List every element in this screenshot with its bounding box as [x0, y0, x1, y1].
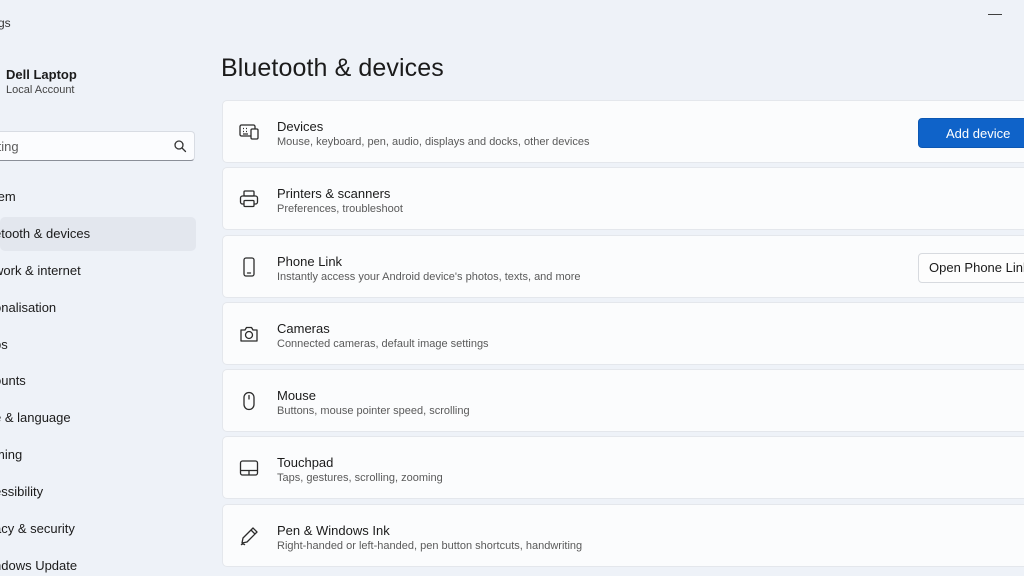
sidebar-item-label: e & language	[0, 410, 71, 426]
mouse-icon	[238, 390, 260, 412]
sidebar-item-windows-update[interactable]: ndows Update	[0, 549, 196, 576]
sidebar-item-label: onalisation	[0, 299, 57, 315]
sidebar-nav: tem etooth & devices work & internet ona…	[0, 180, 205, 576]
open-phone-link-button[interactable]: Open Phone Link	[918, 252, 1024, 283]
card-printers-scanners[interactable]: Printers & scanners Preferences, trouble…	[222, 167, 1024, 231]
sidebar-item-apps[interactable]: ps	[0, 328, 196, 362]
sidebar-item-label: tem	[0, 189, 16, 204]
card-description: Mouse, keyboard, pen, audio, displays an…	[277, 136, 590, 148]
card-touchpad[interactable]: Touchpad Taps, gestures, scrolling, zoom…	[222, 436, 1024, 500]
card-description: Connected cameras, default image setting…	[277, 337, 489, 350]
sidebar-item-system[interactable]: tem	[0, 180, 196, 214]
sidebar-item-gaming[interactable]: ming	[0, 438, 196, 472]
card-description: Buttons, mouse pointer speed, scrolling	[277, 405, 470, 418]
camera-icon	[238, 323, 260, 345]
card-title: Cameras	[277, 320, 330, 336]
card-title: Devices	[277, 119, 324, 134]
minimize-button[interactable]: —	[984, 4, 1006, 26]
card-description: Taps, gestures, scrolling, zooming	[277, 472, 443, 485]
card-title: Printers & scanners	[277, 186, 391, 202]
sidebar-item-label: acy & security	[0, 521, 75, 537]
phone-icon	[238, 256, 260, 278]
search-box[interactable]	[0, 131, 195, 161]
card-description: Right-handed or left-handed, pen button …	[277, 539, 583, 552]
app-title: gs	[0, 16, 11, 30]
card-mouse[interactable]: Mouse Buttons, mouse pointer speed, scro…	[222, 369, 1024, 433]
sidebar-item-accessibility[interactable]: essibility	[0, 475, 196, 509]
sidebar: Dell Laptop Local Account tem etooth & d…	[0, 40, 205, 576]
sidebar-item-personalisation[interactable]: onalisation	[0, 291, 196, 325]
card-cameras[interactable]: Cameras Connected cameras, default image…	[222, 301, 1024, 365]
sidebar-item-label: ounts	[0, 373, 26, 389]
sidebar-item-label: ming	[0, 447, 23, 463]
card-title: Pen & Windows Ink	[277, 522, 390, 538]
card-description: Instantly access your Android device's p…	[277, 270, 581, 283]
page-title: Bluetooth & devices	[221, 54, 444, 82]
card-pen-windows-ink[interactable]: Pen & Windows Ink Right-handed or left-h…	[222, 503, 1024, 567]
search-input[interactable]	[0, 132, 169, 160]
sidebar-item-label: ps	[0, 336, 8, 352]
profile-name: Dell Laptop	[6, 67, 77, 82]
pen-icon	[238, 525, 260, 547]
devices-icon	[238, 121, 260, 143]
title-bar: gs —	[0, 0, 1024, 40]
sidebar-item-accounts[interactable]: ounts	[0, 364, 196, 398]
sidebar-item-network-internet[interactable]: work & internet	[0, 254, 196, 288]
card-title: Mouse	[277, 388, 317, 404]
card-devices[interactable]: Devices Mouse, keyboard, pen, audio, dis…	[222, 100, 1024, 163]
card-phone-link[interactable]: Phone Link Instantly access your Android…	[222, 234, 1024, 298]
card-title: Phone Link	[277, 253, 343, 269]
sidebar-item-time-language[interactable]: e & language	[0, 401, 196, 435]
printer-icon	[238, 188, 260, 210]
sidebar-item-label: essibility	[0, 484, 44, 500]
settings-window: gs — Dell Laptop Local Account tem etoot…	[0, 0, 1024, 576]
search-icon[interactable]	[173, 139, 187, 153]
settings-list: Devices Mouse, keyboard, pen, audio, dis…	[222, 100, 1024, 571]
sidebar-item-bluetooth-devices[interactable]: etooth & devices	[0, 216, 196, 251]
profile-account-type: Local Account	[6, 84, 75, 96]
touchpad-icon	[238, 457, 260, 479]
sidebar-item-label: etooth & devices	[0, 225, 91, 241]
card-description: Preferences, troubleshoot	[277, 203, 403, 216]
sidebar-item-privacy-security[interactable]: acy & security	[0, 512, 196, 546]
sidebar-item-label: work & internet	[0, 262, 81, 278]
card-title: Touchpad	[277, 455, 334, 471]
sidebar-item-label: ndows Update	[0, 557, 78, 573]
add-device-button[interactable]: Add device	[918, 118, 1024, 148]
